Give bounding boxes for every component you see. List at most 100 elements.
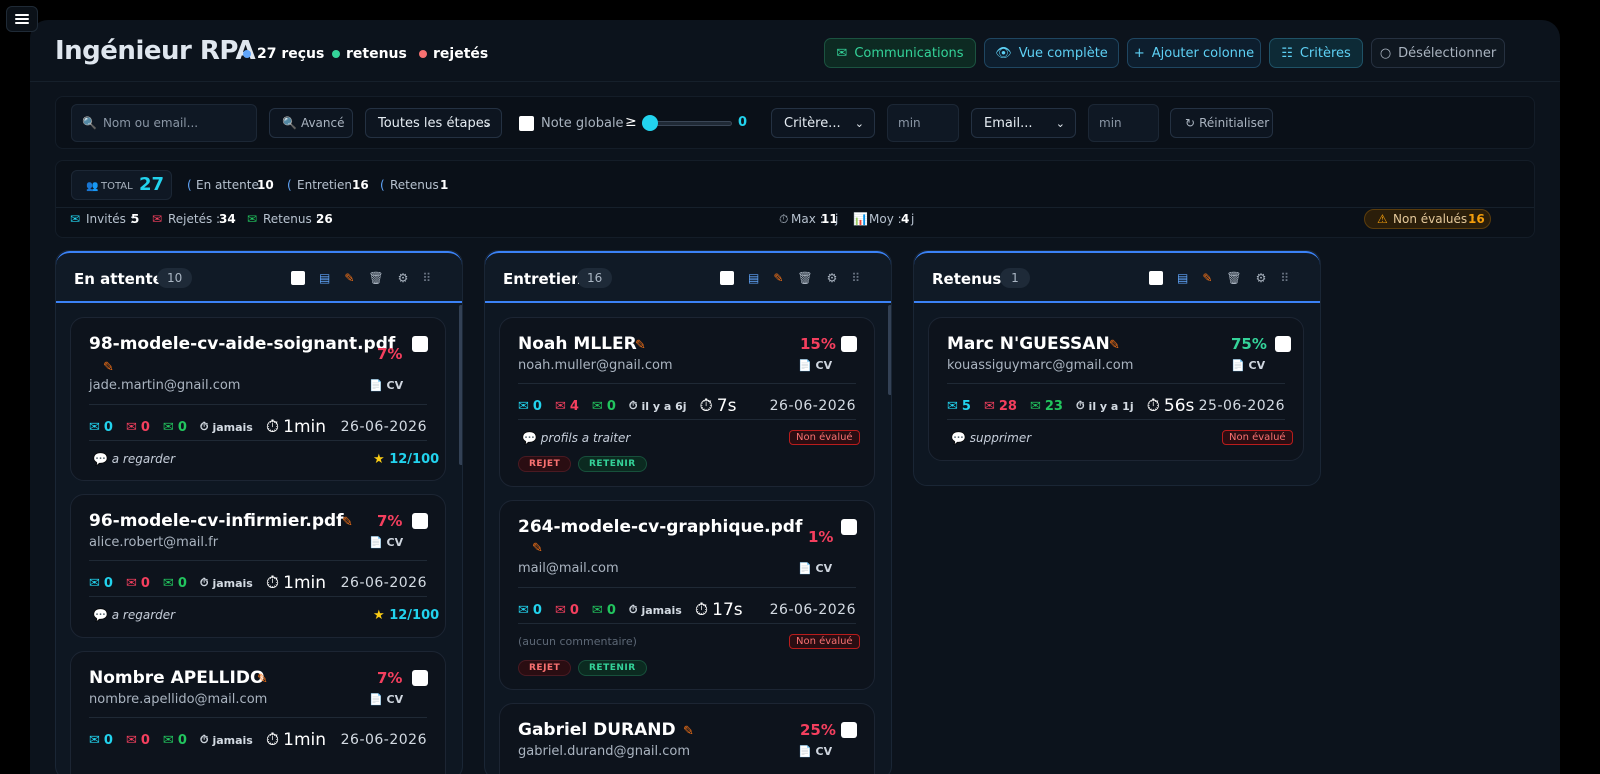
deselect-button[interactable]: ○ Désélectionner bbox=[1371, 38, 1505, 68]
reject-button[interactable]: REJET bbox=[518, 660, 572, 676]
select-all-checkbox[interactable] bbox=[291, 271, 305, 285]
last-contact: ⏱ jamais bbox=[200, 576, 253, 590]
drag-handle-icon[interactable]: ⠿ bbox=[1280, 271, 1289, 285]
pencil-icon[interactable]: ✎ bbox=[683, 724, 694, 739]
cv-link[interactable]: 📄 CV bbox=[369, 693, 403, 706]
card-metrics: ✉ 0 ✉ 0 ✉ 0 ⏱ jamais ⏱ 1min 26-06-2026 bbox=[89, 573, 427, 593]
select-all-checkbox[interactable] bbox=[720, 271, 734, 285]
timer-icon: ⏱ bbox=[265, 417, 280, 437]
candidate-card[interactable]: Gabriel DURAND ✎ 25% gabriel.durand@gnai… bbox=[499, 703, 875, 774]
pencil-icon[interactable]: ✎ bbox=[103, 360, 114, 375]
rejects-metric: ✉ 0 bbox=[126, 576, 150, 591]
drag-handle-icon[interactable]: ⠿ bbox=[851, 271, 860, 285]
pencil-icon[interactable]: ✎ bbox=[1109, 338, 1120, 353]
cv-link[interactable]: 📄 CV bbox=[1231, 359, 1265, 372]
divider bbox=[89, 404, 427, 405]
trash-icon[interactable]: 🗑 bbox=[368, 271, 383, 285]
criterion-min-input[interactable]: min bbox=[887, 104, 959, 142]
candidate-card[interactable]: 98-modele-cv-aide-soignant.pdf ✎ 7% jade… bbox=[70, 317, 446, 481]
cv-link[interactable]: 📄 CV bbox=[369, 379, 403, 392]
cv-label: CV bbox=[386, 379, 404, 392]
mail-icon: ✉ bbox=[89, 575, 100, 591]
retain-button[interactable]: RETENIR bbox=[578, 660, 647, 676]
trash-icon[interactable]: 🗑 bbox=[797, 271, 812, 285]
slider-handle[interactable] bbox=[642, 115, 658, 131]
file-icon: 📄 bbox=[369, 379, 387, 392]
pencil-icon[interactable]: ✎ bbox=[344, 271, 354, 285]
pencil-icon[interactable]: ✎ bbox=[257, 672, 268, 687]
gear-icon[interactable]: ⚙ bbox=[398, 271, 409, 285]
trash-icon[interactable]: 🗑 bbox=[1226, 271, 1241, 285]
cv-link[interactable]: 📄 CV bbox=[798, 745, 832, 758]
metric-value: 1min bbox=[283, 573, 326, 593]
reset-button[interactable]: ↻ Réinitialiser bbox=[1170, 108, 1273, 138]
non-evaluated-badge[interactable]: ⚠ Non évalués : 16 bbox=[1364, 209, 1491, 229]
retain-button[interactable]: RETENIR bbox=[578, 456, 647, 472]
mail-icon: ✉ bbox=[1029, 398, 1041, 414]
mail-icon: ✉ bbox=[947, 398, 958, 414]
cv-link[interactable]: 📄 CV bbox=[798, 359, 832, 372]
card-checkbox[interactable] bbox=[412, 336, 428, 352]
pencil-icon[interactable]: ✎ bbox=[773, 271, 783, 285]
metric-value: il y a 6j bbox=[641, 399, 687, 413]
comment-text: a regarder bbox=[111, 452, 176, 466]
drag-handle-icon[interactable]: ⠿ bbox=[422, 271, 431, 285]
card-checkbox[interactable] bbox=[841, 336, 857, 352]
candidate-card[interactable]: Marc N'GUESSAN ✎ 75% kouassiguymarc@gmai… bbox=[928, 317, 1304, 461]
card-comment: 💬 profils a traiter bbox=[522, 431, 630, 445]
stage-select[interactable]: Toutes les étapes ⌄ bbox=[365, 108, 502, 138]
candidate-card[interactable]: Nombre APELLIDO ✎ 7% nombre.apellido@mai… bbox=[70, 651, 446, 774]
email-select[interactable]: Email... ⌄ bbox=[971, 108, 1076, 138]
chart-icon[interactable]: ▤ bbox=[748, 271, 759, 285]
score-value: 12/100 bbox=[389, 452, 440, 467]
retains-metric: ✉ 23 bbox=[1030, 399, 1063, 414]
candidate-card[interactable]: 264-modele-cv-graphique.pdf ✎ 1% mail@ma… bbox=[499, 500, 875, 690]
divider bbox=[518, 623, 856, 624]
summary-count: 1 bbox=[440, 178, 449, 192]
cv-link[interactable]: 📄 CV bbox=[798, 562, 832, 575]
pencil-icon[interactable]: ✎ bbox=[342, 515, 353, 530]
scrollbar[interactable] bbox=[459, 305, 462, 465]
page-title: Ingénieur RPA bbox=[55, 36, 256, 66]
note-checkbox[interactable] bbox=[519, 116, 534, 131]
search-input[interactable]: 🔍 Nom ou email... bbox=[71, 104, 257, 142]
card-date: 26-06-2026 bbox=[769, 398, 856, 414]
gear-icon[interactable]: ⚙ bbox=[1256, 271, 1267, 285]
mail-icon: ✉ bbox=[162, 732, 174, 748]
metric-value: 0 bbox=[103, 419, 113, 435]
candidate-card[interactable]: 96-modele-cv-infirmier.pdf ✎ 7% alice.ro… bbox=[70, 494, 446, 638]
mail-icon: ✉ bbox=[554, 602, 566, 618]
metric-value: 5 bbox=[961, 398, 971, 414]
card-checkbox[interactable] bbox=[841, 722, 857, 738]
candidate-card[interactable]: Noah MLLER ✎ 15% noah.muller@gnail.com 📄… bbox=[499, 317, 875, 487]
menu-button[interactable] bbox=[6, 6, 38, 32]
cv-link[interactable]: 📄 CV bbox=[369, 536, 403, 549]
card-checkbox[interactable] bbox=[1275, 336, 1291, 352]
criterion-select[interactable]: Critère... ⌄ bbox=[771, 108, 875, 138]
rejects-metric: ✉ 0 bbox=[126, 420, 150, 435]
mail-icon: ✉ bbox=[247, 212, 258, 226]
pencil-icon[interactable]: ✎ bbox=[532, 541, 543, 556]
clock-icon: ⏱ bbox=[199, 420, 209, 433]
add-column-button[interactable]: + Ajouter colonne bbox=[1127, 38, 1261, 68]
mail-icon: ✉ bbox=[125, 575, 137, 591]
card-checkbox[interactable] bbox=[412, 670, 428, 686]
card-checkbox[interactable] bbox=[412, 513, 428, 529]
email-min-input[interactable]: min bbox=[1088, 104, 1159, 142]
scrollbar[interactable] bbox=[888, 305, 891, 395]
invites-metric: ✉ 0 bbox=[518, 399, 542, 414]
reject-button[interactable]: REJET bbox=[518, 456, 572, 472]
pencil-icon[interactable]: ✎ bbox=[635, 338, 646, 353]
select-all-checkbox[interactable] bbox=[1149, 271, 1163, 285]
chart-icon[interactable]: ▤ bbox=[1177, 271, 1188, 285]
pencil-icon[interactable]: ✎ bbox=[1202, 271, 1212, 285]
summary-count: 4 bbox=[901, 212, 910, 226]
vue-complete-button[interactable]: 👁 Vue complète bbox=[984, 38, 1119, 68]
candidate-email: noah.muller@gnail.com bbox=[518, 358, 673, 373]
card-checkbox[interactable] bbox=[841, 519, 857, 535]
gear-icon[interactable]: ⚙ bbox=[827, 271, 838, 285]
advanced-button[interactable]: 🔍 Avancé bbox=[269, 108, 353, 138]
communications-button[interactable]: ✉ Communications bbox=[824, 38, 976, 68]
chart-icon[interactable]: ▤ bbox=[319, 271, 330, 285]
criteria-button[interactable]: ☷ Critères bbox=[1269, 38, 1363, 68]
